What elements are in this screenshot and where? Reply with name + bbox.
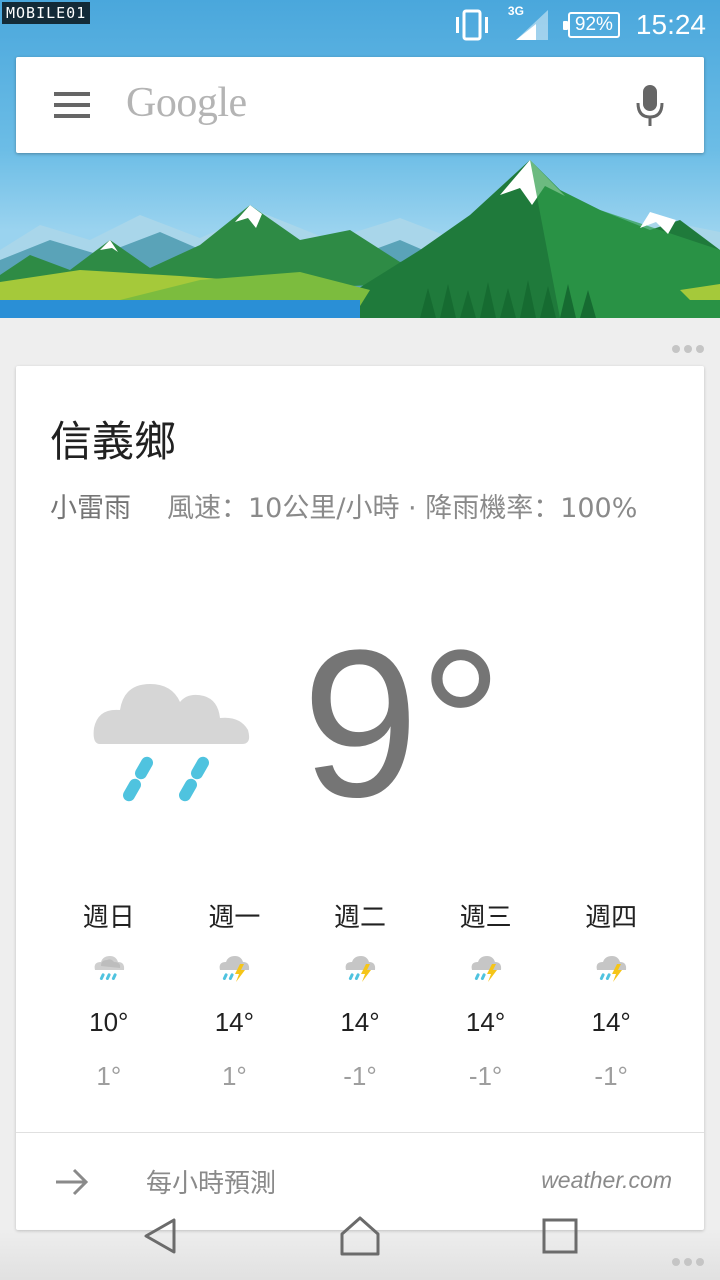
forecast-low: -1° — [594, 1061, 628, 1091]
forecast-day: 週三 14° -1° — [423, 898, 549, 1096]
watermark-logo: MOBILE01 — [2, 2, 91, 24]
navigation-bar — [0, 1216, 720, 1280]
overflow-menu-icon[interactable] — [672, 1258, 704, 1266]
location-title: 信義鄉 — [50, 417, 177, 466]
card-overflow-menu[interactable] — [672, 345, 704, 353]
forecast-row: 週日 10° 1° 週一 14° 1° 週二 14° -1° 週三 14° -1… — [46, 898, 674, 1096]
forecast-day: 週二 14° -1° — [297, 898, 423, 1096]
search-bar[interactable]: Google — [16, 57, 704, 153]
forecast-low: 1° — [221, 1061, 247, 1091]
mic-icon[interactable] — [634, 83, 666, 129]
forecast-day-name: 週四 — [585, 903, 638, 933]
weather-card[interactable]: 信義鄉 小雷雨 風速：10公里/小時 · 降雨機率：100% 9° 週日 10° … — [16, 366, 704, 1230]
weather-source-link[interactable]: weather.com — [541, 1167, 672, 1194]
forecast-high: 14° — [465, 1007, 506, 1037]
thunderstorm-icon — [596, 956, 627, 982]
thunderstorm-icon — [471, 956, 501, 982]
header-scenery: MOBILE01 3G 92% 15:24 — [0, 0, 720, 318]
arrow-right-icon — [56, 1168, 89, 1196]
thunderstorm-icon — [345, 956, 376, 982]
forecast-high: 14° — [591, 1007, 631, 1037]
hourly-forecast-label: 每小時預測 — [146, 1169, 277, 1199]
recent-apps-icon[interactable] — [538, 1214, 582, 1258]
current-temperature: 9° — [302, 606, 503, 841]
rain-cloud-icon — [94, 956, 124, 980]
menu-icon[interactable] — [54, 92, 90, 118]
weather-details: 風速：10公里/小時 · 降雨機率：100% — [167, 493, 638, 524]
battery-indicator: 92% — [562, 12, 620, 38]
rain-cloud-icon — [93, 684, 250, 802]
google-logo: Google — [126, 80, 247, 126]
network-type: 3G — [507, 4, 524, 18]
status-icons: 3G 92% 15:24 — [452, 4, 706, 42]
signal-strength-icon: 3G — [508, 4, 550, 42]
forecast-day-name: 週日 — [82, 903, 135, 933]
weather-conditions: 小雷雨 風速：10公里/小時 · 降雨機率：100% — [50, 484, 670, 534]
forecast-high: 14° — [214, 1007, 255, 1037]
forecast-day: 週四 14° -1° — [548, 898, 674, 1096]
clock: 15:24 — [635, 9, 706, 40]
forecast-day-name: 週二 — [333, 903, 386, 933]
forecast-day: 週日 10° 1° — [46, 898, 172, 1096]
forecast-high: 10° — [89, 1007, 129, 1037]
condition-text: 小雷雨 — [50, 493, 131, 524]
forecast-high: 14° — [340, 1007, 380, 1037]
forecast-low: 1° — [96, 1061, 122, 1091]
forecast-low: -1° — [468, 1061, 503, 1091]
thunderstorm-icon — [219, 956, 250, 982]
vibrate-icon — [455, 9, 488, 41]
forecast-low: -1° — [343, 1061, 377, 1091]
forecast-day: 週一 14° 1° — [172, 898, 298, 1096]
back-icon[interactable] — [138, 1214, 182, 1258]
forecast-day-name: 週一 — [208, 903, 261, 933]
home-icon[interactable] — [338, 1214, 382, 1258]
status-bar: MOBILE01 3G 92% 15:24 — [0, 0, 720, 50]
forecast-day-name: 週三 — [459, 903, 512, 933]
